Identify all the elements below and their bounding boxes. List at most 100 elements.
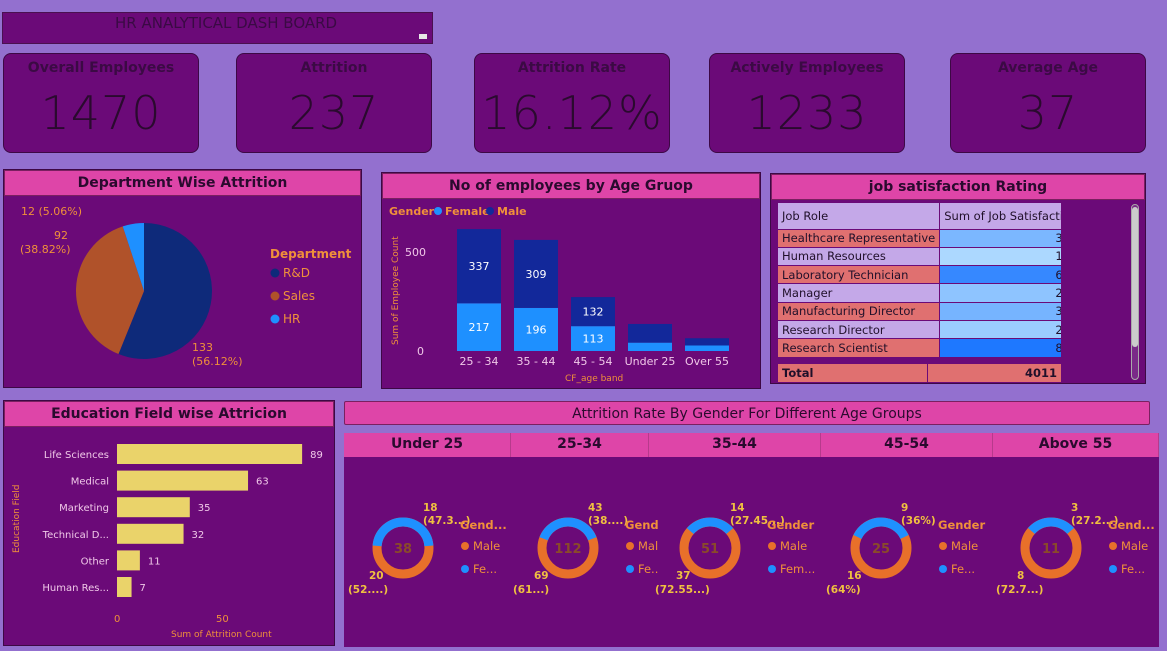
legend-male-dot [939,542,947,550]
legend-male-dot [768,542,776,550]
edu-bar[interactable] [117,444,303,464]
donut-male-value: 20 [369,570,384,582]
table-row[interactable]: Manager276 [778,283,1061,303]
edu-bar-value: 35 [198,503,211,514]
dept-attrition-title: Department Wise Attrition [4,170,361,196]
edu-bar[interactable] [117,470,249,491]
kpi-label: Average Age [997,60,1099,76]
table-row[interactable]: Research Scientist810 [778,338,1061,358]
scrollbar-thumb[interactable] [1132,207,1138,347]
edu-bar[interactable] [117,523,184,544]
kpi-card-active-employees: Actively Employees 1233 [709,53,905,153]
bar-female-value: 217 [469,321,490,334]
x-tick-label: 35 - 44 [517,355,556,368]
legend-male-label[interactable]: Male [780,539,807,553]
total-value: 4011 [1024,366,1057,380]
x-tick-label: Under 25 [625,355,676,368]
edu-category-label: Technical D... [42,530,109,541]
legend-male-label[interactable]: Mal [638,539,658,553]
donut-male-value: 69 [534,570,549,582]
donut-male-pct: (61...) [513,584,549,596]
job-satisfaction-table: Job Role Sum of Job Satisfaction Healthc… [778,203,1061,358]
cell-satisfaction-value: 276 [939,283,1061,303]
bar-female-value: 113 [583,333,604,346]
col-header-job-role[interactable]: Job Role [778,203,941,230]
legend-female-label[interactable]: Fem... [780,562,815,576]
group-header-45-54: 45-54 [821,433,993,457]
legend-male-dot [626,542,634,550]
donut-female-value: 43 [588,502,603,514]
legend-hr-label[interactable]: HR [283,312,300,326]
education-field-title: Education Field wise Attricion [4,401,334,427]
bar-female-segment[interactable] [685,345,729,352]
legend-male-label[interactable]: Male [1121,539,1148,553]
legend-male-dot [1109,542,1117,550]
legend-female-dot [434,207,442,215]
cell-job-role: Manager [778,283,941,303]
job-satisfaction-table-wrap[interactable]: Job Role Sum of Job Satisfaction Healthc… [778,203,1061,381]
group-header-35-44: 35-44 [649,433,821,457]
dept-attrition-panel: Department Wise Attrition 12 (5.06%) 92 … [3,169,362,388]
col-header-sum-satisfaction[interactable]: Sum of Job Satisfaction [939,203,1061,230]
edu-bar[interactable] [117,550,140,571]
bar-female-segment[interactable] [628,342,672,351]
donut-female-value: 14 [730,502,745,514]
edu-category-label: Life Sciences [44,450,109,461]
kpi-label: Attrition Rate [517,60,627,76]
legend-male-label[interactable]: Male [951,539,978,553]
table-row[interactable]: Manufacturing Director389 [778,302,1061,321]
table-row[interactable]: Healthcare Representative365 [778,229,1061,248]
legend-female-label[interactable]: Fe.. [638,562,658,576]
bar-male-segment[interactable] [685,338,729,346]
edu-bar-value: 89 [310,450,323,461]
edu-bar-value: 11 [148,556,161,567]
edu-bar[interactable] [117,497,190,518]
edu-y-axis-label: Education Field [12,485,22,553]
bar-male-segment[interactable] [628,323,672,343]
bar-male-value: 132 [583,306,604,319]
cell-job-role: Research Scientist [778,338,941,358]
cell-job-role: Healthcare Representative [778,229,941,248]
donut-legend-title: Gend... [460,518,507,532]
legend-male-dot [486,207,494,215]
table-row[interactable]: Laboratory Technician697 [778,265,1061,285]
legend-rnd-label[interactable]: R&D [283,266,310,280]
legend-female-label[interactable]: Female [445,205,490,218]
legend-male-label[interactable]: Male [473,539,500,553]
x-tick-label: 45 - 54 [574,355,613,368]
edu-x-axis-label: Sum of Attrition Count [171,630,272,640]
legend-female-label[interactable]: Fe... [473,562,497,576]
table-scrollbar[interactable] [1131,204,1139,380]
donut-legend-title: Gend [625,518,659,532]
donut-legend-title: Gender [938,518,985,532]
donut-male-value: 8 [1017,570,1024,582]
legend-sales-dot [270,291,280,301]
legend-female-label[interactable]: Fe... [951,562,975,576]
cell-job-role: Research Director [778,320,941,340]
donut-total: 38 [394,542,412,557]
donut-total: 25 [872,542,890,557]
donut-male-pct: (64%) [826,584,861,596]
table-row[interactable]: Human Resources133 [778,247,1061,267]
kpi-value: 16.12% [481,86,663,140]
donut-female-pct: (38....) [588,515,628,527]
edu-bar[interactable] [117,577,132,597]
edu-category-label: Human Res... [42,583,109,594]
kpi-card-attrition: Attrition 237 [236,53,432,153]
table-row[interactable]: Research Director216 [778,320,1061,340]
cell-satisfaction-value: 810 [939,338,1061,358]
kpi-label: Overall Employees [27,60,175,76]
legend-female-dot [768,565,776,573]
kpi-value: 37 [1017,86,1079,140]
legend-female-label[interactable]: Fe... [1121,562,1145,576]
legend-sales-label[interactable]: Sales [283,289,315,303]
legend-male-label[interactable]: Male [497,205,527,218]
resize-handle-icon[interactable] [419,34,427,39]
cell-satisfaction-value: 697 [939,265,1061,285]
donut-female-pct: (36%) [901,515,936,527]
donut-female-value: 18 [423,502,438,514]
age-group-panel: No of employees by Age Gruop Gender Fema… [381,172,761,389]
bar-male-value: 309 [526,268,547,281]
edu-category-label: Other [81,556,110,567]
bar-male-value: 337 [469,260,490,273]
